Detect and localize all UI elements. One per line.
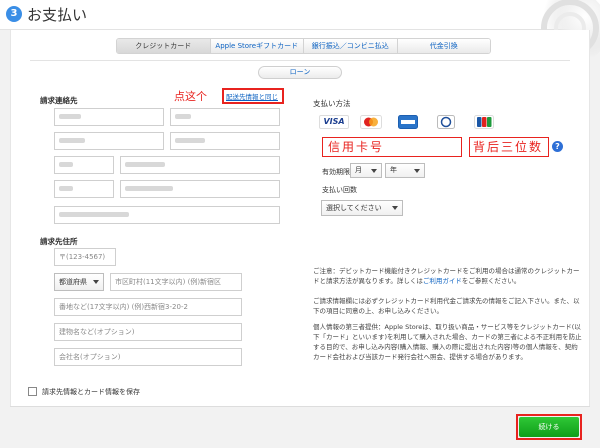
first-name-kana-field[interactable] [170,132,280,150]
city-field[interactable]: 市区町村(11文字以内) (例)新宿区 [110,273,242,291]
prefecture-select-value: 都道府県 [59,278,87,286]
tab-credit-card[interactable]: クレジットカード [117,39,211,53]
step-number-badge: 3 [6,6,22,22]
page-title: お支払い [27,6,88,24]
tab-bank-transfer[interactable]: 銀行振込／コンビニ払込 [304,39,398,53]
company-field[interactable]: 会社名(オプション) [54,348,242,366]
annotation-click-here: 点这个 [174,90,207,103]
help-icon[interactable]: ? [552,141,563,152]
save-info-checkbox[interactable] [28,387,37,396]
debit-card-note: ご注意：デビットカード機能付きクレジットカードをご利用の場合は通常のクレジットカ… [313,266,583,286]
payment-method-tabs: クレジットカード Apple Storeギフトカード 銀行振込／コンビニ払込 代… [116,38,491,54]
mastercard-icon [360,115,382,129]
expiry-label: 有効期限 [322,168,350,176]
email-field[interactable] [54,206,280,224]
phone-area-code-field[interactable] [54,156,114,174]
last-name-field[interactable] [54,108,164,126]
third-party-note: 個人情報の第三者提供：Apple Storeは、取り扱い商品・サービス等をクレジ… [313,323,582,361]
tab-gift-card[interactable]: Apple Storeギフトカード [210,39,304,53]
first-name-field[interactable] [170,108,280,126]
usage-guide-link[interactable]: ご利用ガイド [423,277,462,285]
expiry-month-value: 月 [355,166,362,174]
tab-cash-on-delivery[interactable]: 代金引換 [397,39,490,53]
save-info-checkbox-label: 請求先情報とカード情報を保存 [42,388,140,396]
phone-number-field[interactable] [120,156,280,174]
consent-note: ご請求情報欄には必ずクレジットカード利用代金ご請求先の情報をご記入下さい。また、… [313,297,580,315]
jcb-card-icon [474,115,494,129]
debit-note-text-end: をご参照ください。 [461,277,521,285]
postal-code-field[interactable]: 〒(123-4567) [54,248,116,266]
visa-card-icon: VISA [319,115,349,129]
billing-contact-heading: 請求連絡先 [40,96,78,105]
prefecture-select[interactable]: 都道府県 [54,273,104,291]
expiry-year-select[interactable]: 年 [385,163,425,178]
same-as-shipping-link[interactable]: 配送先情報と同じ [226,91,278,101]
continue-button[interactable]: 続ける [519,417,579,437]
expiry-month-select[interactable]: 月 [350,163,382,178]
annotation-card-number: 信用卡号 [328,140,385,154]
footer-divider [10,406,590,407]
installments-label: 支払い回数 [322,186,357,194]
annotation-security-code: 背后三位数 [473,140,544,154]
building-field[interactable]: 建物名など(オプション) [54,323,242,341]
chevron-down-icon [392,206,398,210]
chevron-down-icon [414,169,420,173]
chevron-down-icon [93,280,99,284]
diners-club-card-icon [437,115,455,129]
installments-select[interactable]: 選択してください [321,200,403,216]
mobile-number-field[interactable] [120,180,280,198]
billing-address-heading: 請求先住所 [40,237,78,246]
loan-button[interactable]: ローン [258,66,342,79]
installments-value: 選択してください [326,204,382,212]
divider [30,60,570,61]
amex-card-icon [398,115,418,129]
street-field[interactable]: 番地など(17文字以内) (例)西新宿3-20-2 [54,298,242,316]
chevron-down-icon [371,169,377,173]
mobile-area-code-field[interactable] [54,180,114,198]
last-name-kana-field[interactable] [54,132,164,150]
expiry-year-value: 年 [390,166,397,174]
payment-method-heading: 支払い方法 [313,99,351,108]
